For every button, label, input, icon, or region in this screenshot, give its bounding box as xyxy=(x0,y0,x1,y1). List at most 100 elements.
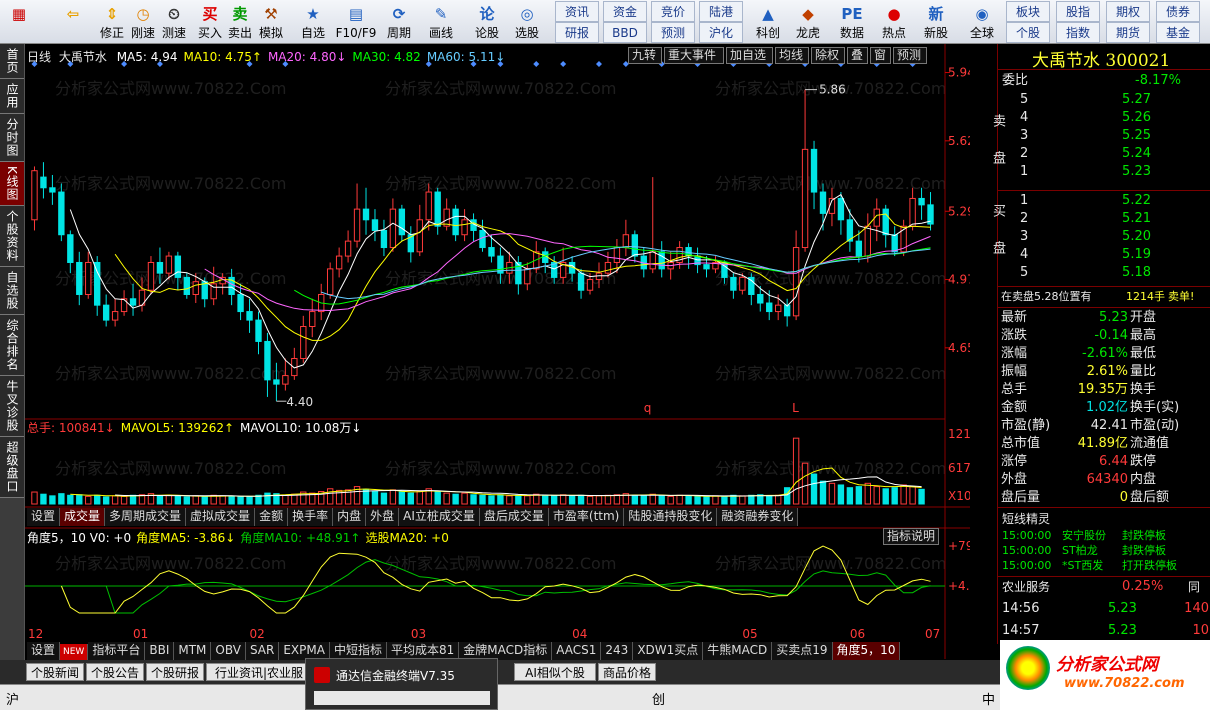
indicator-tab[interactable]: OBV xyxy=(211,642,246,660)
sidebar-item[interactable]: 超级盘口 xyxy=(0,436,24,498)
toolbar-grid-button[interactable]: 竞价 xyxy=(651,1,695,22)
toolbar-grid-button[interactable]: 板块 xyxy=(1006,1,1050,22)
sell-level-row[interactable]: 1 5.23 xyxy=(998,163,1210,181)
sidebar-item[interactable]: 自选股 xyxy=(0,266,24,315)
sell-level-row[interactable]: 3 5.25 xyxy=(998,127,1210,145)
toolbar-sell-button[interactable]: 卖卖出 xyxy=(226,1,254,43)
chart-button[interactable]: 均线 xyxy=(775,47,809,64)
toolbar-grid-button[interactable]: 资金 xyxy=(603,1,647,22)
sidebar-item[interactable]: 综合排名 xyxy=(0,314,24,376)
buy-level-row[interactable]: 4 5.19 xyxy=(998,246,1210,264)
chart-button[interactable]: 预测 xyxy=(893,47,927,64)
toolbar-grid-button[interactable]: 期权 xyxy=(1106,1,1150,22)
toolbar-grid-button[interactable]: 指数 xyxy=(1056,22,1100,43)
indicator-tab[interactable]: 买卖点19 xyxy=(772,642,833,660)
indicator-tab[interactable]: 设置 xyxy=(27,508,61,526)
taskbar-preview-popup[interactable]: 通达信金融终端V7.35 xyxy=(305,658,498,710)
toolbar-tiger-button[interactable]: ◆ 龙虎 xyxy=(790,1,826,43)
chart-button[interactable]: 除权 xyxy=(811,47,845,64)
sidebar-item[interactable]: 应用 xyxy=(0,79,24,114)
news-tab[interactable]: 行业资讯|农业服 xyxy=(206,663,312,681)
indicator-tab[interactable]: 多周期成交量 xyxy=(105,508,187,526)
toolbar-speed-button[interactable]: ◷ 刚速 xyxy=(128,1,158,43)
toolbar-pen-button[interactable]: ✎ 画线 xyxy=(422,1,460,43)
indicator-tab[interactable]: 融资融券变化 xyxy=(717,508,799,526)
indicator-tab[interactable]: 设置 xyxy=(27,642,61,660)
toolbar-grid-button[interactable]: BBD xyxy=(603,22,647,43)
toolbar-grid-button[interactable]: 期货 xyxy=(1106,22,1150,43)
chart-button[interactable]: 九转 xyxy=(628,47,662,64)
buy-level-row[interactable]: 5 5.18 xyxy=(998,264,1210,282)
buy-level-row[interactable]: 1 5.22 xyxy=(998,192,1210,210)
chart-button[interactable]: 叠 xyxy=(847,47,868,64)
toolbar-cycle-button[interactable]: ⟳ 周期 xyxy=(380,1,418,43)
toolbar-grid-button[interactable]: 债券 xyxy=(1156,1,1200,22)
toolbar-star-button[interactable]: ★ 自选 xyxy=(296,1,330,43)
sell-level-row[interactable]: 5 5.27 xyxy=(998,91,1210,109)
news-tab[interactable]: AI相似个股 xyxy=(514,663,596,681)
indicator-tab[interactable]: 换手率 xyxy=(288,508,334,526)
indicator-tab[interactable]: AI立桩成交量 xyxy=(399,508,480,526)
toolbar-globe-button[interactable]: ◉ 全球 xyxy=(962,1,1002,43)
sector-row[interactable]: 农业服务 0.25% 同 xyxy=(998,578,1210,596)
toolbar-grid-button[interactable]: 研报 xyxy=(555,22,599,43)
buy-level-row[interactable]: 2 5.21 xyxy=(998,210,1210,228)
indicator-tab[interactable]: 外盘 xyxy=(366,508,400,526)
sidebar-item[interactable]: 个股资料 xyxy=(0,205,24,267)
indicator-tab[interactable]: 牛熊MACD xyxy=(703,642,773,660)
toolbar-back-arrow-button[interactable]: ⇦ xyxy=(60,1,86,43)
toolbar-hot-button[interactable]: ● 热点 xyxy=(876,1,912,43)
indicator-tab[interactable]: 虚拟成交量 xyxy=(186,508,256,526)
toolbar-grid-button[interactable]: 资讯 xyxy=(555,1,599,22)
jingling-row[interactable]: 15:00:00 安宁股份 封跌停板 xyxy=(998,528,1210,543)
indicator-tab[interactable]: 内盘 xyxy=(333,508,367,526)
chart-button[interactable]: 加自选 xyxy=(726,47,773,64)
indicator-tab[interactable]: 指标平台 xyxy=(88,642,146,660)
indicator-tab[interactable]: 金额 xyxy=(255,508,289,526)
indicator-tab[interactable]: 成交量 xyxy=(60,508,106,526)
toolbar-grid-button[interactable]: 股指 xyxy=(1056,1,1100,22)
toolbar-grid-button[interactable]: 预测 xyxy=(651,22,695,43)
indicator-tab[interactable]: 市盈率(ttm) xyxy=(548,508,625,526)
news-tab[interactable]: 个股公告 xyxy=(86,663,144,681)
kline-chart-svg[interactable]: 分析家公式网www.70822.Com 分析家公式网www.70822.Com 分析… xyxy=(25,44,970,659)
indicator-tab[interactable]: MTM xyxy=(174,642,212,660)
toolbar-discuss-button[interactable]: 论论股 xyxy=(470,1,504,43)
indicator-tab[interactable]: 盘后成交量 xyxy=(479,508,549,526)
jingling-row[interactable]: 15:00:00 ST柏龙 封跌停板 xyxy=(998,543,1210,558)
toolbar-pe-button[interactable]: PE 数据 xyxy=(834,1,870,43)
toolbar-buy-button[interactable]: 买买入 xyxy=(196,1,224,43)
buy-level-row[interactable]: 3 5.20 xyxy=(998,228,1210,246)
toolbar-f10-button[interactable]: ▤ F10/F9 xyxy=(334,1,378,43)
toolbar-kechuang-button[interactable]: ▲ 科创 xyxy=(750,1,786,43)
toolbar-windows-button[interactable]: ▦ xyxy=(4,1,34,43)
toolbar-clock-button[interactable]: ⏲ 测速 xyxy=(160,1,188,43)
toolbar-new-button[interactable]: 新新股 xyxy=(918,1,954,43)
indicator-tab[interactable]: AACS1 xyxy=(552,642,602,660)
jingling-row[interactable]: 15:00:00 *ST西发 打开跌停板 xyxy=(998,558,1210,573)
news-tab[interactable]: 商品价格 xyxy=(598,663,656,681)
indicator-tab[interactable]: BBI xyxy=(145,642,175,660)
toolbar-up-down-button[interactable]: ⇕ 修正 xyxy=(98,1,126,43)
sidebar-item[interactable]: 分时图 xyxy=(0,114,24,162)
indicator-tab[interactable]: XDW1买点 xyxy=(633,642,704,660)
toolbar-grid-button[interactable]: 沪化 xyxy=(699,22,743,43)
toolbar-grid-button[interactable]: 个股 xyxy=(1006,22,1050,43)
indicator-tab[interactable]: 陆股通持股变化 xyxy=(624,508,718,526)
indicator-tab[interactable]: 角度5，10 xyxy=(832,642,901,660)
sidebar-item[interactable]: K线图 xyxy=(0,162,24,206)
toolbar-grid-button[interactable]: 基金 xyxy=(1156,22,1200,43)
sell-level-row[interactable]: 2 5.24 xyxy=(998,145,1210,163)
news-tab[interactable]: 个股研报 xyxy=(146,663,204,681)
indicator-tab[interactable]: 243 xyxy=(601,642,634,660)
chart-button[interactable]: 窗 xyxy=(870,47,891,64)
chart-button[interactable]: 重大事件 xyxy=(664,47,724,64)
indicator-tab[interactable]: SAR xyxy=(245,642,280,660)
sidebar-item[interactable]: 首页 xyxy=(0,44,24,79)
toolbar-pick-button[interactable]: ◎ 选股 xyxy=(508,1,546,43)
indicator-help-button[interactable]: 指标说明 xyxy=(883,528,940,545)
toolbar-hammer-button[interactable]: ⚒ 模拟 xyxy=(256,1,286,43)
news-tab[interactable]: 个股新闻 xyxy=(26,663,84,681)
kline-chart-area[interactable]: 分析家公式网www.70822.Com 分析家公式网www.70822.Com 分析… xyxy=(25,44,970,662)
toolbar-grid-button[interactable]: 陆港 xyxy=(699,1,743,22)
